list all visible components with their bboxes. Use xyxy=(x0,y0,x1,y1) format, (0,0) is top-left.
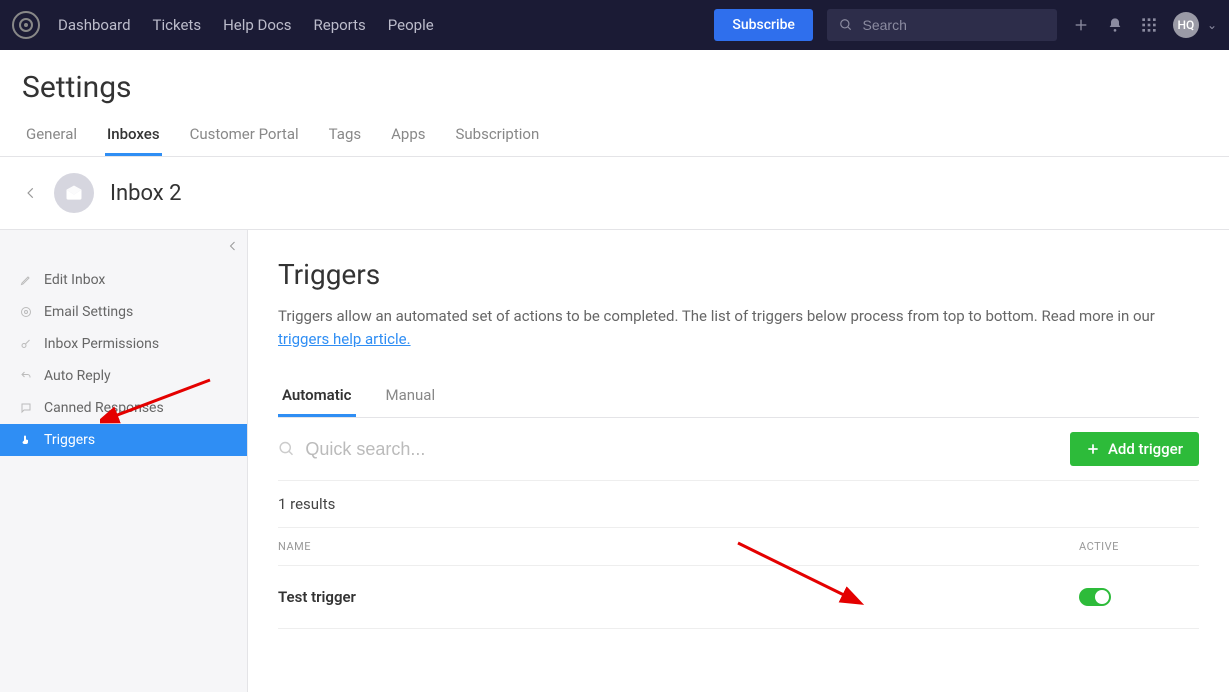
nav-tickets[interactable]: Tickets xyxy=(153,16,202,34)
inbox-header: Inbox 2 xyxy=(0,157,1229,230)
content-heading: Triggers xyxy=(278,258,1199,291)
sidebar-item-edit-inbox[interactable]: Edit Inbox xyxy=(0,264,247,296)
nav-links: Dashboard Tickets Help Docs Reports Peop… xyxy=(58,16,434,34)
app-logo[interactable] xyxy=(12,11,40,39)
chevron-down-icon[interactable]: ⌄ xyxy=(1207,18,1217,32)
trigger-row[interactable]: Test trigger xyxy=(278,566,1199,629)
tab-subscription[interactable]: Subscription xyxy=(453,115,541,156)
hand-icon xyxy=(20,434,34,446)
quick-search-input[interactable] xyxy=(305,439,1070,460)
column-name: NAME xyxy=(278,540,1079,553)
nav-dashboard[interactable]: Dashboard xyxy=(58,16,131,34)
trigger-tabs: Automatic Manual xyxy=(278,376,1199,418)
tab-general[interactable]: General xyxy=(24,115,79,156)
table-header: NAME ACTIVE xyxy=(278,528,1199,566)
page-title-wrap: Settings xyxy=(0,50,1229,115)
content-description: Triggers allow an automated set of actio… xyxy=(278,305,1199,350)
help-link[interactable]: triggers help article. xyxy=(278,330,411,348)
inbox-avatar-icon xyxy=(54,173,94,213)
content: Triggers Triggers allow an automated set… xyxy=(248,230,1229,692)
trigger-name: Test trigger xyxy=(278,588,1079,606)
sidebar-item-canned-responses[interactable]: Canned Responses xyxy=(0,392,247,424)
search-input[interactable] xyxy=(863,17,1047,33)
user-avatar[interactable]: HQ xyxy=(1173,12,1199,38)
tab-apps[interactable]: Apps xyxy=(389,115,427,156)
tab-automatic[interactable]: Automatic xyxy=(278,376,356,417)
sidebar-item-inbox-permissions[interactable]: Inbox Permissions xyxy=(0,328,247,360)
active-toggle[interactable] xyxy=(1079,588,1111,606)
nav-reports[interactable]: Reports xyxy=(314,16,366,34)
plus-icon xyxy=(1086,442,1100,456)
search-icon xyxy=(278,440,295,458)
add-icon[interactable] xyxy=(1071,15,1091,35)
key-icon xyxy=(20,338,34,350)
results-count: 1 results xyxy=(278,481,1199,528)
at-icon xyxy=(20,306,34,318)
nav-people[interactable]: People xyxy=(388,16,434,34)
tab-inboxes[interactable]: Inboxes xyxy=(105,115,162,156)
sidebar-item-label: Email Settings xyxy=(44,304,133,320)
global-search[interactable] xyxy=(827,9,1057,41)
back-icon[interactable] xyxy=(24,182,38,204)
nav-helpdocs[interactable]: Help Docs xyxy=(223,16,291,34)
sidebar-item-label: Auto Reply xyxy=(44,368,111,384)
settings-tabs: General Inboxes Customer Portal Tags App… xyxy=(0,115,1229,157)
description-text: Triggers allow an automated set of actio… xyxy=(278,307,1155,325)
search-icon xyxy=(837,15,855,35)
search-row: Add trigger xyxy=(278,418,1199,481)
sidebar-item-email-settings[interactable]: Email Settings xyxy=(0,296,247,328)
tab-tags[interactable]: Tags xyxy=(327,115,363,156)
sidebar-item-label: Inbox Permissions xyxy=(44,336,159,352)
quick-search[interactable] xyxy=(278,439,1070,460)
add-trigger-label: Add trigger xyxy=(1108,440,1183,458)
column-active: ACTIVE xyxy=(1079,540,1199,553)
tab-manual[interactable]: Manual xyxy=(382,376,440,417)
bell-icon[interactable] xyxy=(1105,15,1125,35)
chat-icon xyxy=(20,402,34,414)
sidebar-collapse-icon[interactable] xyxy=(227,240,239,252)
topbar-right: Subscribe HQ ⌄ xyxy=(714,9,1217,41)
sidebar-item-triggers[interactable]: Triggers xyxy=(0,424,247,456)
add-trigger-button[interactable]: Add trigger xyxy=(1070,432,1199,466)
tab-customer-portal[interactable]: Customer Portal xyxy=(188,115,301,156)
reply-icon xyxy=(20,370,34,382)
toggle-wrap xyxy=(1079,588,1199,606)
subscribe-button[interactable]: Subscribe xyxy=(714,9,813,41)
sidebar-item-label: Triggers xyxy=(44,432,95,448)
sidebar-item-label: Edit Inbox xyxy=(44,272,105,288)
sidebar: Edit Inbox Email Settings Inbox Permissi… xyxy=(0,230,248,692)
topbar: Dashboard Tickets Help Docs Reports Peop… xyxy=(0,0,1229,50)
sidebar-item-auto-reply[interactable]: Auto Reply xyxy=(0,360,247,392)
sidebar-item-label: Canned Responses xyxy=(44,400,164,416)
pencil-icon xyxy=(20,274,34,286)
inbox-name: Inbox 2 xyxy=(110,181,182,206)
apps-grid-icon[interactable] xyxy=(1139,15,1159,35)
page-title: Settings xyxy=(22,70,1207,105)
